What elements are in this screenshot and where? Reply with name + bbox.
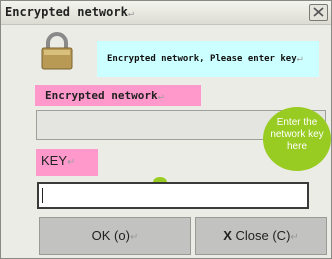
hint-bubble: Enter the network key here	[263, 107, 331, 171]
message-text: Encrypted network, Please enter key↵	[107, 53, 303, 64]
key-input[interactable]	[37, 182, 309, 209]
close-x-glyph: X	[223, 228, 232, 243]
hint-text: Enter the network key here	[270, 117, 324, 152]
encrypted-network-dialog: Encrypted network↵ Encrypted network, Pl…	[0, 0, 332, 259]
text-cursor	[42, 188, 43, 203]
key-label-box: KEY↵	[36, 149, 98, 176]
close-x-icon	[313, 7, 324, 17]
ok-button[interactable]: OK (o)↵	[39, 217, 191, 255]
window-close-button[interactable]	[309, 4, 328, 21]
message-banner: Encrypted network, Please enter key↵	[97, 41, 319, 77]
network-label-box: Encrypted network↵	[35, 85, 201, 106]
key-label: KEY↵	[41, 153, 76, 168]
title-bar[interactable]: Encrypted network↵	[1, 1, 331, 25]
close-button[interactable]: X Close (C)↵	[195, 217, 327, 255]
button-bar: OK (o)↵ X Close (C)↵	[3, 215, 329, 257]
lock-icon	[41, 32, 73, 70]
window-title: Encrypted network↵	[5, 5, 134, 19]
network-label: Encrypted network↵	[45, 89, 164, 102]
